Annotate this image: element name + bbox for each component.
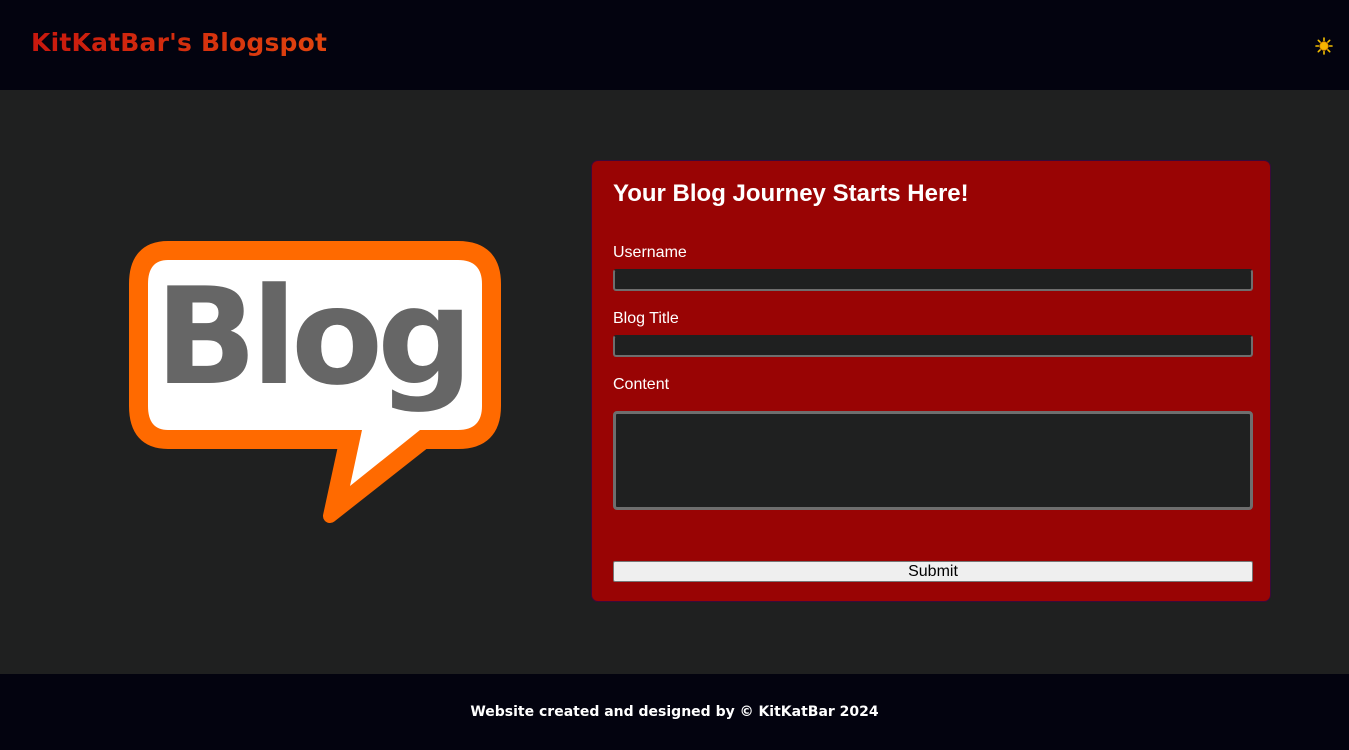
site-header: KitKatBar's Blogspot (0, 0, 1349, 90)
theme-toggle-button[interactable] (1314, 36, 1334, 56)
form-heading: Your Blog Journey Starts Here! (613, 180, 969, 207)
blog-form-card: Your Blog Journey Starts Here! Username … (591, 160, 1271, 602)
footer-credit: Website created and designed by © KitKat… (470, 704, 879, 720)
site-title[interactable]: KitKatBar's Blogspot (31, 28, 327, 57)
blog-logo: Blog (128, 240, 504, 614)
username-label: Username (613, 244, 687, 261)
content-label: Content (613, 376, 670, 393)
blog-logo-text: Blog (155, 259, 467, 415)
sun-icon (1315, 37, 1333, 55)
content-textarea[interactable] (613, 411, 1253, 510)
submit-button[interactable]: Submit (613, 561, 1253, 582)
blog-title-input[interactable] (613, 335, 1253, 357)
username-input[interactable] (613, 269, 1253, 291)
blog-speech-bubble-logo: Blog (129, 241, 501, 523)
blog-title-label: Blog Title (613, 310, 679, 327)
site-footer: Website created and designed by © KitKat… (0, 674, 1349, 750)
main-content: Blog Your Blog Journey Starts Here! User… (0, 90, 1349, 674)
